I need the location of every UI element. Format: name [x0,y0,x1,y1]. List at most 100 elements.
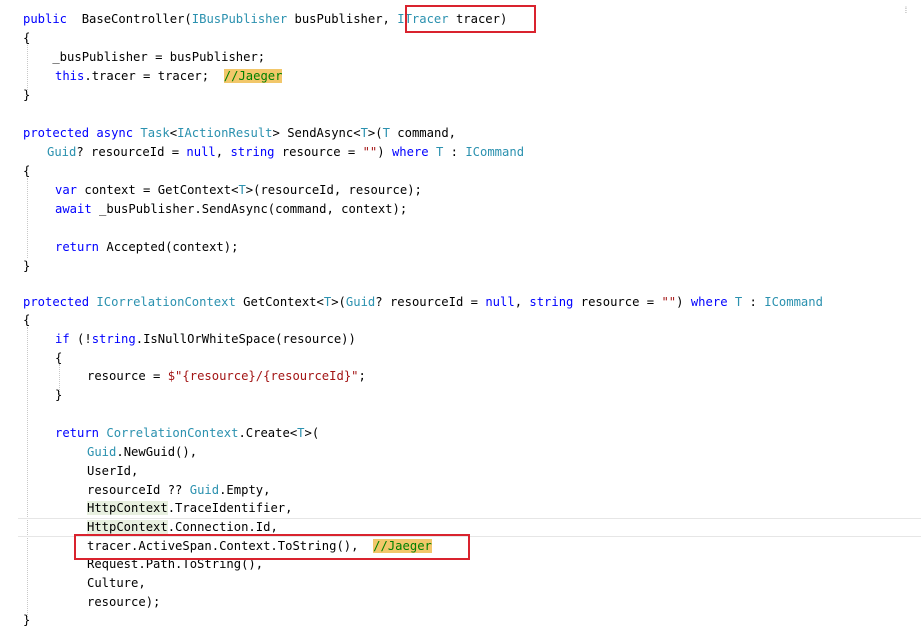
code-line: Culture, [87,576,146,590]
code-token: GetContext< [235,295,324,309]
code-token: async [96,126,134,140]
code-line: } [55,388,63,402]
code-editor[interactable]: ⁞ public BaseController(IBusPublisher bu… [0,0,921,636]
code-line: return CorrelationContext.Create<T>( [55,424,921,442]
code-token: _busPublisher.SendAsync(command, context… [91,202,408,216]
code-token: resourceId ?? [87,483,190,497]
code-token: >( [331,295,346,309]
code-token: resource = [87,369,168,383]
code-line: if (!string.IsNullOrWhiteSpace(resource)… [55,330,921,348]
code-token: string [529,295,574,309]
code-token: >( [304,426,320,440]
code-token: busPublisher, [287,12,398,26]
code-token: T [238,183,246,197]
code-token: : [742,295,765,309]
code-token: HttpContext [87,520,168,534]
indent-guide [27,178,28,258]
code-line: HttpContext.TraceIdentifier, [87,499,921,517]
code-token: , [514,295,530,309]
code-token: ICommand [465,145,525,159]
code-line: var context = GetContext<T>(resourceId, … [55,181,921,199]
code-line: protected ICorrelationContext GetContext… [23,293,921,311]
code-line: { [55,351,63,365]
code-token: T [382,126,390,140]
code-token: Accepted(context); [99,240,239,254]
code-token: "" [362,145,378,159]
code-token: $"{resource}/{resourceId}" [167,369,359,383]
code-token: Task [140,126,170,140]
code-token: (! [69,332,92,346]
code-token: Guid [345,295,376,309]
code-token: .Connection.Id, [167,520,278,534]
code-token: .IsNullOrWhiteSpace(resource)) [135,332,356,346]
code-line: resourceId ?? Guid.Empty, [87,481,921,499]
code-token: T [297,426,305,440]
code-token: ? resourceId = [375,295,486,309]
code-line: resource); [87,595,161,609]
code-token: > SendAsync< [272,126,361,140]
code-token: ; [358,369,366,383]
code-line: resource = $"{resource}/{resourceId}"; [87,367,921,385]
highlight-box-active-span [74,534,470,560]
code-line: { [23,313,31,327]
code-token: ) [676,295,691,309]
code-token: T [360,126,368,140]
code-token: BaseController( [74,12,192,26]
code-token: : [443,145,466,159]
code-token: .Empty, [219,483,271,497]
highlight-box-itracer-param [405,5,536,33]
code-token: null [485,295,515,309]
code-token: Guid [47,145,77,159]
code-token: , [215,145,231,159]
code-token: if [55,332,70,346]
code-line: { [23,164,31,178]
code-line: } [23,613,31,627]
code-token: "" [661,295,677,309]
code-token: resource = [573,295,662,309]
code-token: resource = [274,145,363,159]
indent-guide [27,327,28,617]
code-token: where [391,145,429,159]
code-token: ) [377,145,392,159]
code-line: protected async Task<IActionResult> Send… [23,124,921,142]
jaeger-comment: //Jaeger [223,69,283,83]
code-token: ? resourceId = [76,145,187,159]
code-token: ICorrelationContext [96,295,236,309]
code-token: return [55,240,100,254]
code-token: where [690,295,728,309]
code-token: IActionResult [177,126,273,140]
code-token: var [55,183,78,197]
code-token: CorrelationContext [106,426,239,440]
code-line: this.tracer = tracer; //Jaeger [55,67,921,85]
code-token: return [55,426,100,440]
code-token: protected [23,126,90,140]
code-line: } [23,259,31,273]
code-line: } [23,88,31,102]
code-token: ICommand [764,295,823,309]
code-token: .Create< [238,426,298,440]
code-line: Guid? resourceId = null, string resource… [47,143,921,161]
code-token: HttpContext [87,501,168,515]
code-line: _busPublisher = busPublisher; [23,50,266,64]
code-token: Guid [189,483,220,497]
code-token: .TraceIdentifier, [167,501,293,515]
code-line: Guid.NewGuid(), [87,443,921,461]
code-token: await [55,202,92,216]
code-token: null [186,145,216,159]
code-token: context = GetContext< [77,183,239,197]
code-token: >(resourceId, resource); [245,183,422,197]
code-token: command, [389,126,456,140]
code-token: Guid [87,445,117,459]
code-token: this [55,69,85,83]
code-token: public [23,12,68,26]
code-token: .NewGuid(), [116,445,198,459]
code-token: IBusPublisher [191,12,288,26]
code-token: string [91,332,136,346]
code-token: protected [23,295,90,309]
code-token: .tracer = tracer; [84,69,224,83]
code-token: string [230,145,275,159]
code-line: return Accepted(context); [55,238,921,256]
code-line: await _busPublisher.SendAsync(command, c… [55,200,921,218]
code-token: >( [367,126,383,140]
code-line: UserId, [87,464,139,478]
